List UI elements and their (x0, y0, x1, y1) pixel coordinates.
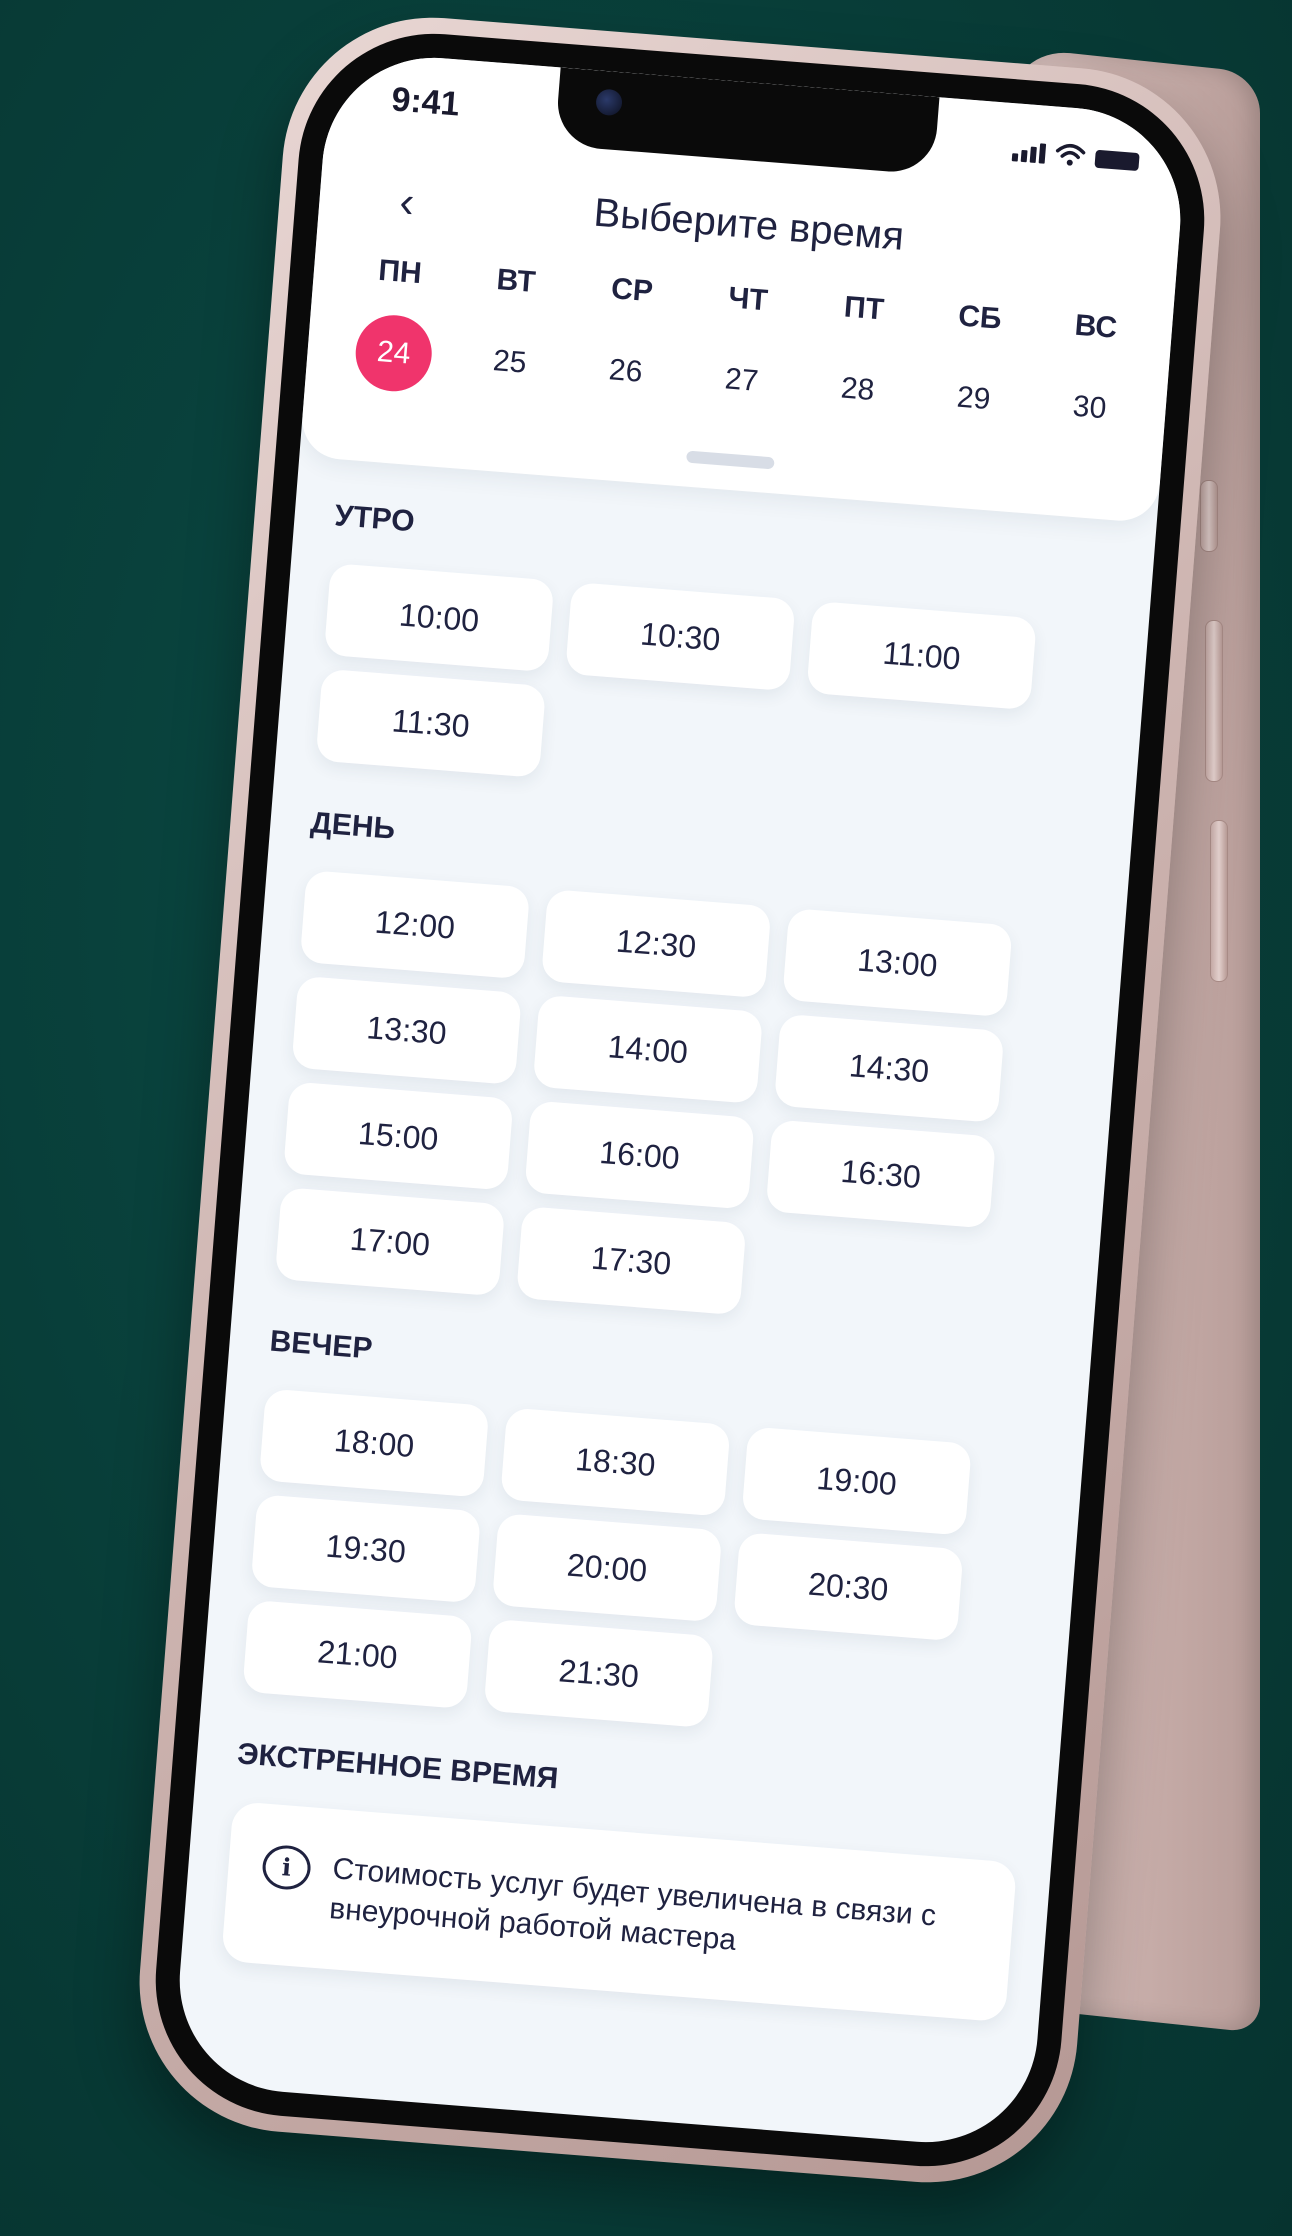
day-number-selected[interactable]: 24 (352, 312, 435, 395)
day-number[interactable]: 28 (817, 349, 899, 431)
time-slot-button[interactable]: 16:00 (524, 1100, 755, 1210)
status-icons (1011, 139, 1140, 172)
phone: 9:41 ‹ Выберите время ПН 24 ВТ 25 СР 26 … (128, 6, 1232, 2194)
time-slot-button[interactable]: 14:30 (773, 1013, 1005, 1123)
notice-text: Стоимость услуг будет увеличена в связи … (328, 1852, 938, 1957)
time-slot-button[interactable]: 13:30 (291, 975, 522, 1085)
time-slot-grid: 10:00 10:30 11:00 11:30 (315, 562, 1115, 822)
time-slot-button[interactable]: 18:30 (500, 1407, 731, 1517)
time-slot-button[interactable]: 13:00 (782, 907, 1013, 1018)
camera-icon (595, 88, 624, 117)
day-number[interactable]: 30 (1049, 367, 1131, 449)
time-slot-button[interactable]: 10:30 (565, 581, 796, 692)
side-button (1200, 480, 1218, 552)
time-slot-button[interactable]: 15:00 (283, 1081, 514, 1191)
day-name: ВС (1073, 308, 1119, 345)
day-name: ПН (377, 253, 423, 291)
time-slot-button[interactable]: 11:00 (806, 600, 1037, 711)
time-slot-button[interactable]: 20:30 (733, 1532, 964, 1642)
day-name: ПТ (842, 290, 886, 327)
day-column[interactable]: ВС 30 (1041, 307, 1143, 450)
signal-icon (1011, 141, 1047, 164)
side-button (1205, 620, 1223, 782)
day-number[interactable]: 25 (469, 321, 551, 403)
day-column[interactable]: ПТ 28 (809, 288, 911, 431)
day-column[interactable]: СБ 29 (925, 298, 1027, 441)
time-slot-list: УТРО 10:00 10:30 11:00 11:30 ДЕНЬ 12:00 12:30 13… (221, 481, 1121, 2023)
battery-icon (1094, 149, 1140, 172)
day-name: ЧТ (727, 281, 769, 318)
time-slot-button[interactable]: 21:30 (483, 1618, 715, 1729)
day-column[interactable]: ЧТ 27 (693, 279, 795, 422)
day-number[interactable]: 27 (701, 340, 783, 422)
emergency-notice: i Стоимость услуг будет увеличена в связ… (221, 1801, 1018, 2023)
status-time: 9:41 (390, 80, 461, 124)
time-slot-button[interactable]: 21:00 (242, 1599, 473, 1710)
day-number[interactable]: 29 (933, 358, 1015, 440)
time-slot-button[interactable]: 10:00 (323, 562, 555, 673)
time-slot-button[interactable]: 17:00 (274, 1187, 506, 1297)
phone-screen: 9:41 ‹ Выберите время ПН 24 ВТ 25 СР 26 … (171, 49, 1189, 2151)
wifi-icon (1055, 143, 1087, 167)
day-column[interactable]: СР 26 (577, 270, 679, 413)
day-number[interactable]: 26 (585, 331, 667, 413)
day-name: ВТ (495, 263, 537, 300)
time-slot-button[interactable]: 14:00 (532, 994, 764, 1104)
time-slot-button[interactable]: 16:30 (765, 1119, 997, 1229)
day-column[interactable]: ВТ 25 (461, 261, 563, 404)
time-slot-grid: 12:00 12:30 13:00 13:30 14:00 14:30 15:00 16:00… (274, 870, 1091, 1340)
time-slot-button[interactable]: 11:30 (315, 668, 547, 778)
time-slot-grid: 18:00 18:30 19:00 19:30 20:00 20:30 21:00 21:30 (242, 1388, 1049, 1753)
day-name: СБ (957, 299, 1003, 336)
time-slot-button[interactable]: 19:00 (741, 1426, 972, 1536)
time-slot-button[interactable]: 20:00 (491, 1513, 723, 1623)
mockup-stage: 9:41 ‹ Выберите время ПН 24 ВТ 25 СР 26 … (0, 0, 1292, 2236)
day-column[interactable]: ПН 24 (345, 252, 447, 395)
week-strip: ПН 24 ВТ 25 СР 26 ЧТ 27 ПТ 28 СБ 29 ВС 30 (345, 252, 1143, 450)
info-icon: i (260, 1843, 313, 1892)
time-slot-button[interactable]: 12:00 (299, 870, 531, 980)
sheet-grabber[interactable] (686, 450, 775, 470)
time-slot-button[interactable]: 19:30 (250, 1494, 482, 1604)
side-button (1210, 820, 1228, 982)
day-name: СР (609, 272, 655, 309)
time-slot-button[interactable]: 12:30 (540, 889, 772, 999)
time-slot-button[interactable]: 18:00 (258, 1388, 490, 1498)
time-slot-button[interactable]: 17:30 (515, 1206, 747, 1316)
